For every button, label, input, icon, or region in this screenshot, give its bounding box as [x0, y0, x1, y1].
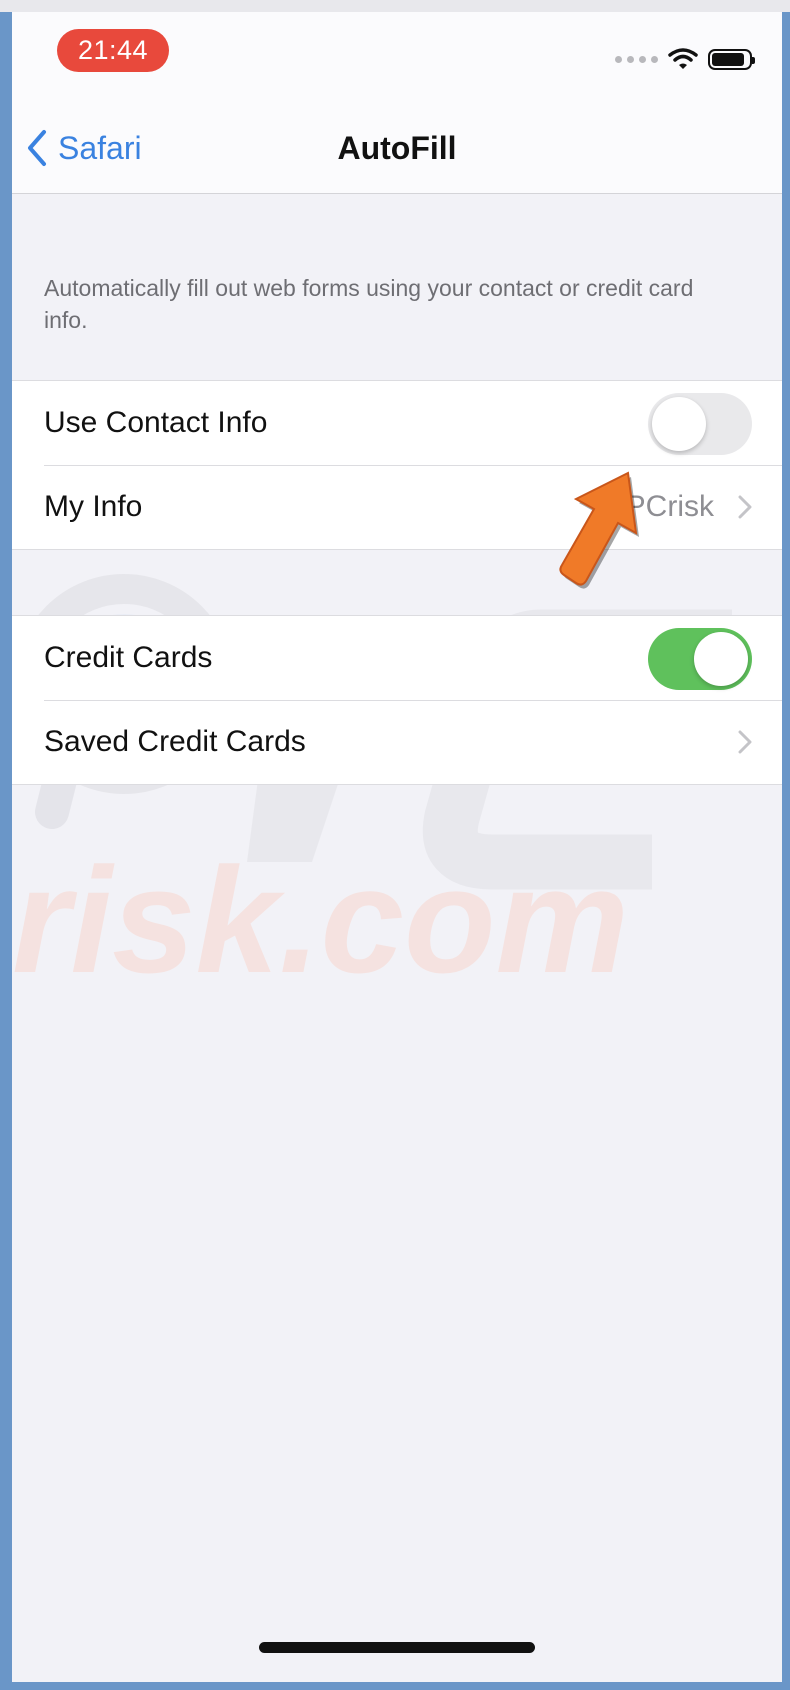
credit-cards-label: Credit Cards [44, 641, 213, 674]
battery-icon [708, 48, 755, 70]
wifi-icon [668, 48, 698, 69]
credit-cards-row: Credit Cards [12, 616, 782, 700]
toggle-knob [652, 397, 706, 451]
phone-screen: 21:44 Safari AutoFill Automatically fill… [12, 12, 782, 1682]
use-contact-info-row: Use Contact Info [12, 381, 782, 465]
chevron-right-icon [738, 495, 752, 519]
toggle-knob [694, 632, 748, 686]
autofill-description: Automatically fill out web forms using y… [44, 275, 694, 333]
my-info-row[interactable]: My Info PCrisk [12, 465, 782, 549]
page-title: AutoFill [337, 130, 457, 166]
credit-cards-toggle[interactable] [648, 628, 752, 690]
credit-cards-group: Credit Cards Saved Credit Cards [12, 615, 782, 785]
chevron-right-icon [738, 730, 752, 754]
my-info-label: My Info [44, 490, 143, 523]
window-top-strip [0, 0, 790, 12]
home-indicator[interactable] [259, 1642, 535, 1653]
status-time: 21:44 [57, 29, 169, 72]
saved-credit-cards-label: Saved Credit Cards [44, 725, 306, 758]
status-icons [615, 45, 755, 73]
watermark-text: risk.com [12, 836, 629, 992]
saved-credit-cards-row[interactable]: Saved Credit Cards [12, 700, 782, 784]
contact-info-group: Use Contact Info My Info PCrisk [12, 380, 782, 550]
use-contact-info-toggle[interactable] [648, 393, 752, 455]
annotation-arrow-icon [559, 471, 639, 589]
cellular-signal-icon [615, 55, 658, 63]
navigation-header: 21:44 Safari AutoFill [12, 12, 782, 194]
use-contact-info-label: Use Contact Info [44, 406, 268, 439]
